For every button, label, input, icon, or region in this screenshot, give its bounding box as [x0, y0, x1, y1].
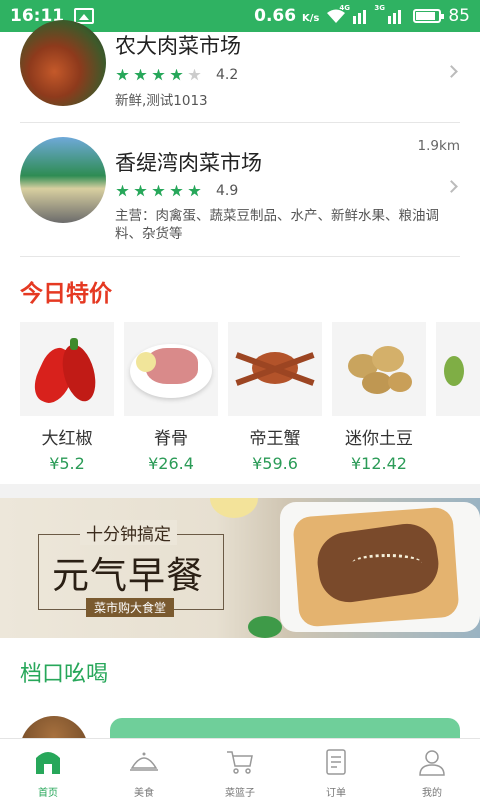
market-desc: 新鲜,测试1013	[115, 93, 208, 109]
product-name	[436, 424, 480, 448]
product-name: 大红椒	[41, 429, 93, 449]
king-crab-image	[228, 322, 322, 416]
tab-label: 首页	[38, 788, 58, 799]
tab-label: 菜篮子	[225, 788, 255, 799]
red-pepper-image	[20, 322, 114, 416]
network-speed-unit: K/s	[302, 13, 320, 24]
bottom-tab-bar: 首页 美食 菜篮子 订单 我的	[0, 738, 480, 800]
tab-label: 美食	[134, 788, 154, 799]
tab-profile[interactable]: 我的	[384, 739, 480, 800]
star-icon	[134, 184, 147, 197]
network-speed-value: 0.66	[254, 6, 297, 26]
market-stars: 4.2	[116, 67, 238, 83]
sauce-drizzle	[352, 554, 422, 572]
tab-basket[interactable]: 菜篮子	[192, 739, 288, 800]
user-icon	[419, 750, 445, 776]
market-distance: 1.9km	[417, 138, 460, 154]
tab-home[interactable]: 首页	[0, 739, 96, 800]
specials-list[interactable]: 大红椒 ¥5.2 脊骨 ¥26.4 帝王蟹 ¥59.6 迷你土豆 ¥12.42	[20, 322, 480, 482]
signal-4g-icon: 4G	[339, 4, 371, 24]
product-card[interactable]: 迷你土豆 ¥12.42	[332, 322, 426, 482]
product-price: ¥5.2	[49, 454, 85, 473]
section-divider	[0, 484, 480, 498]
tab-orders[interactable]: 订单	[288, 739, 384, 800]
banner-title: 元气早餐	[52, 554, 204, 597]
product-name: 脊骨	[154, 429, 188, 449]
stalls-title: 档口吆喝	[20, 662, 109, 687]
battery-icon	[413, 9, 445, 23]
star-icon	[152, 68, 165, 81]
chevron-right-icon	[445, 180, 458, 193]
banner-tagline: 菜市购大食堂	[86, 598, 175, 617]
product-card[interactable]: 脊骨 ¥26.4	[124, 322, 218, 482]
specials-title: 今日特价	[20, 281, 112, 307]
signal-3g-label: 3G	[374, 4, 385, 12]
battery-percent: 85	[448, 6, 470, 26]
star-icon	[134, 68, 147, 81]
chevron-right-icon	[445, 65, 458, 78]
product-price: ¥26.4	[148, 454, 194, 473]
breakfast-banner[interactable]: 十分钟搞定 元气早餐 菜市购大食堂	[0, 498, 480, 638]
market-card[interactable]: 农大肉菜市场 4.2 新鲜,测试1013	[20, 20, 460, 123]
zucchini-image	[436, 322, 480, 416]
tab-label: 我的	[422, 788, 442, 799]
market-stars: 4.9	[116, 183, 238, 199]
signal-3g-icon: 3G	[374, 4, 406, 24]
product-card[interactable]	[436, 322, 480, 482]
star-icon	[188, 184, 201, 197]
product-price: ¥59.6	[252, 454, 298, 473]
mini-potato-image	[332, 322, 426, 416]
star-icon	[116, 68, 129, 81]
market-desc: 主营：肉禽蛋、蔬菜豆制品、水产、新鲜水果、粮油调料、杂货等	[115, 208, 439, 242]
market-rating: 4.9	[216, 183, 239, 199]
lemon-decoration	[210, 498, 258, 518]
signal-4g-label: 4G	[339, 4, 350, 12]
star-empty-icon	[188, 68, 201, 81]
product-card[interactable]: 大红椒 ¥5.2	[20, 322, 114, 482]
banner-subtitle: 十分钟搞定	[80, 520, 177, 545]
market-rating: 4.2	[216, 67, 239, 83]
product-name: 迷你土豆	[345, 429, 413, 449]
market-card[interactable]: 1.9km 香缇湾肉菜市场 4.9 主营：肉禽蛋、蔬菜豆制品、水产、新鲜水果、粮…	[20, 123, 460, 257]
network-speed: 0.66 K/s	[254, 6, 319, 26]
product-name: 帝王蟹	[249, 429, 301, 449]
product-price: ¥12.42	[351, 454, 407, 473]
market-name: 农大肉菜市场	[115, 34, 241, 58]
home-icon	[36, 752, 60, 774]
star-icon	[152, 184, 165, 197]
cloche-icon	[130, 752, 158, 771]
leaf-decoration	[248, 616, 282, 638]
product-card[interactable]: 帝王蟹 ¥59.6	[228, 322, 322, 482]
order-list-icon	[326, 749, 346, 775]
market-avatar	[20, 20, 106, 106]
cart-icon	[227, 751, 253, 774]
star-icon	[170, 184, 183, 197]
market-name: 香缇湾肉菜市场	[115, 151, 262, 175]
star-icon	[170, 68, 183, 81]
star-icon	[116, 184, 129, 197]
market-avatar	[20, 137, 106, 223]
tab-label: 订单	[326, 788, 346, 799]
spine-bone-image	[124, 322, 218, 416]
tab-food[interactable]: 美食	[96, 739, 192, 800]
